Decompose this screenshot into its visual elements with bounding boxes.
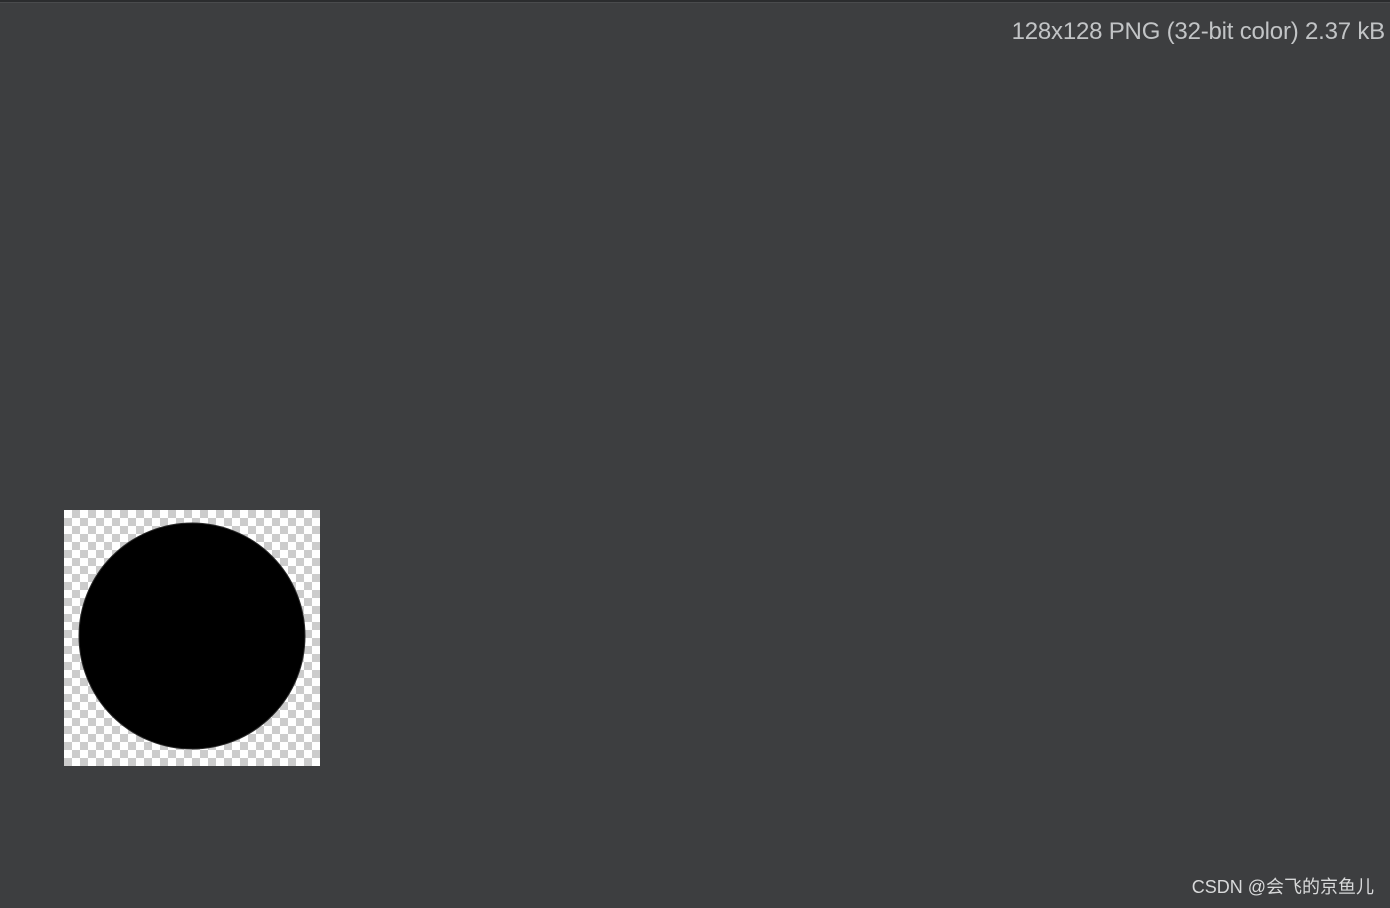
circle-image: [78, 522, 306, 750]
window-top-border: [0, 0, 1390, 3]
image-info-label: 128x128 PNG (32-bit color) 2.37 kB: [1011, 18, 1386, 45]
csdn-watermark: CSDN @会飞的京鱼儿: [1191, 877, 1374, 897]
image-preview-canvas[interactable]: [64, 510, 320, 766]
black-circle-shape: [78, 522, 306, 750]
